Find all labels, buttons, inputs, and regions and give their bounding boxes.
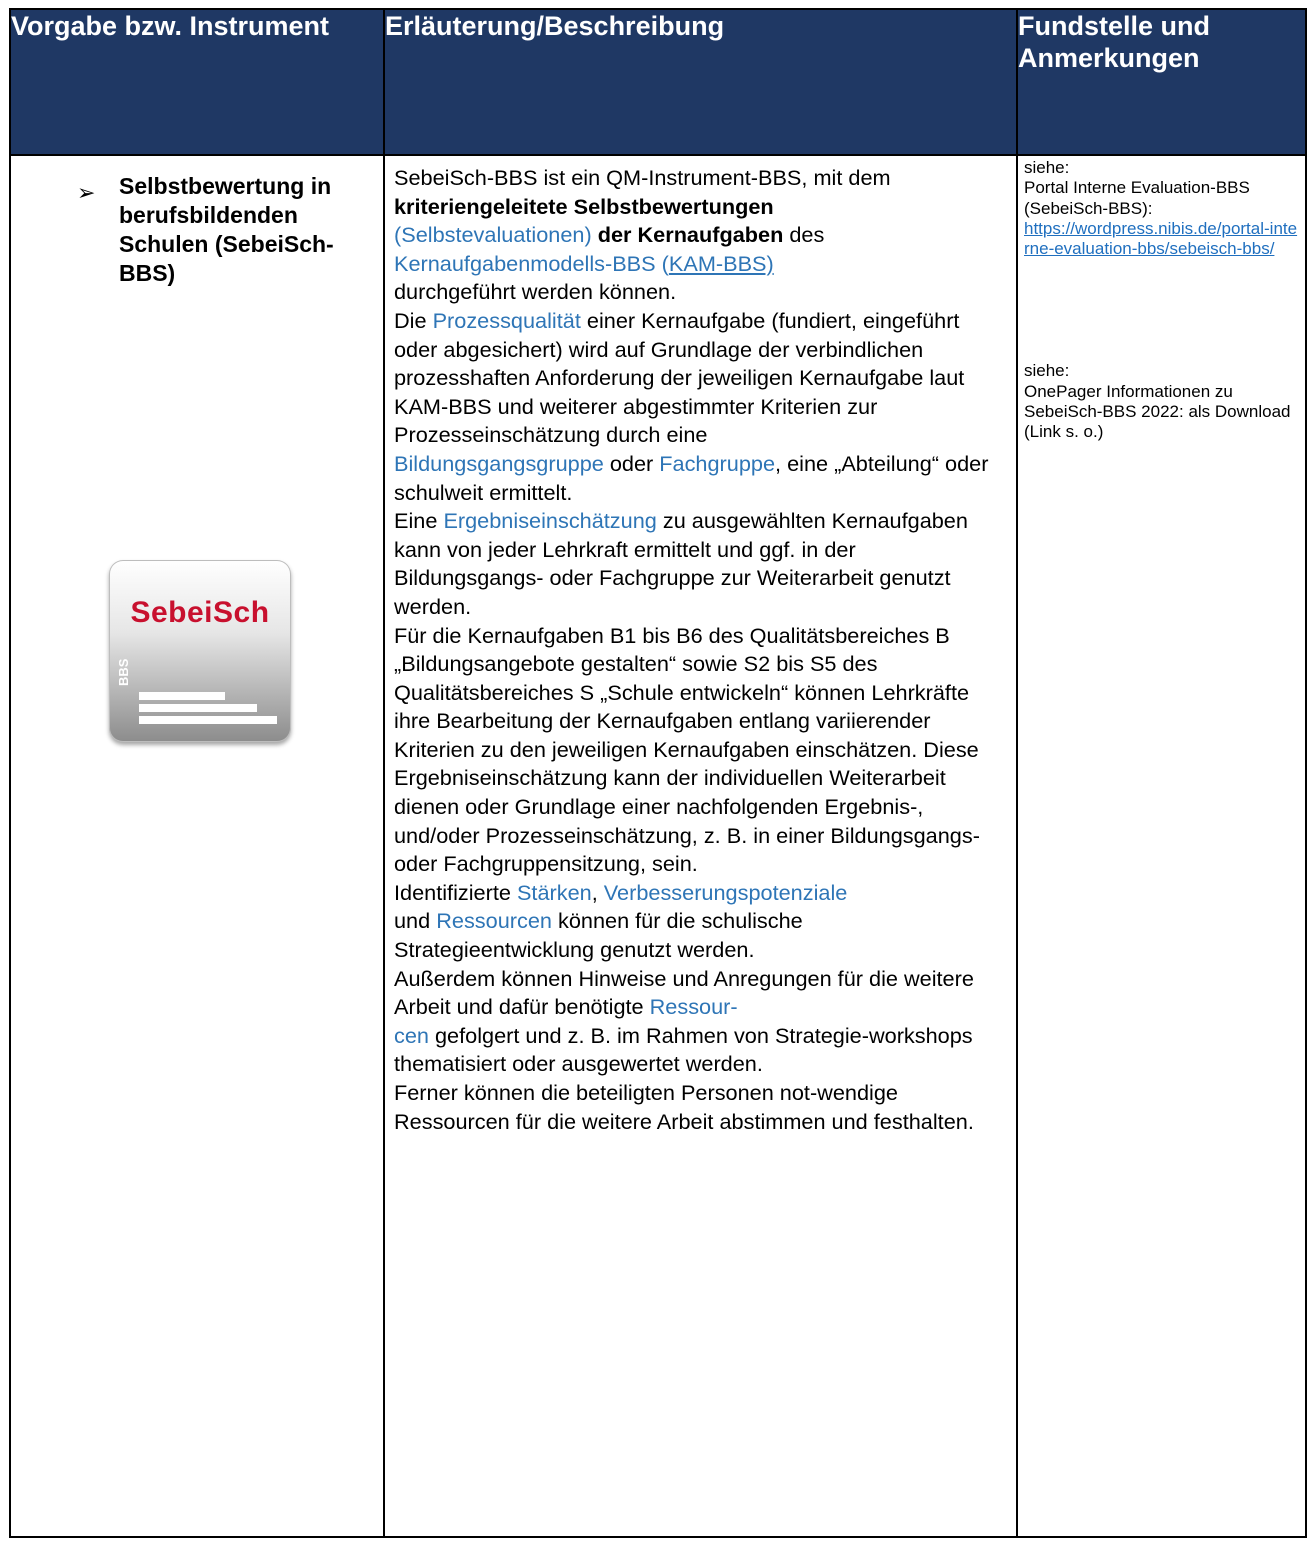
logo-brand-text: SebeiSch [130,596,270,629]
logo-bar [139,692,225,700]
link-bildungsgangsgruppe[interactable]: Bildungsgangsgruppe [394,451,604,476]
header-notes: Fundstelle und Anmerkungen [1016,8,1307,156]
link-ressourcen-2b[interactable]: cen [394,1023,429,1048]
link-ergebniseinschaetzung[interactable]: Ergebniseinschätzung [443,508,656,533]
notes-label: siehe: [1024,361,1070,381]
notes-source: OnePager Informationen zu SebeiSch-BBS 2… [1024,381,1291,442]
link-selbstevaluationen[interactable]: (Selbstevaluationen) [394,222,592,247]
table-row: ➢ Selbstbewertung in berufsbildenden Sch… [9,154,1307,1538]
notes-cell: siehe: Portal Interne Evaluation-BBS (Se… [1016,154,1307,1538]
logo-bar [139,704,257,712]
portal-link[interactable]: https://wordpress.nibis.de/portal-intern… [1024,219,1297,258]
link-ressourcen-2[interactable]: Ressour- [650,994,738,1019]
notes-text: siehe: Portal Interne Evaluation-BBS (Se… [1018,156,1305,443]
notes-source: Portal Interne Evaluation-BBS (SebeiSch-… [1024,178,1250,218]
link-kam-bbs[interactable]: KAM-BBS) [669,251,774,276]
instrument-title: Selbstbewertung in berufsbildenden Schul… [119,173,334,286]
description-cell: SebeiSch-BBS ist ein QM-Instrument-BBS, … [383,154,1018,1538]
description-text: SebeiSch-BBS ist ein QM-Instrument-BBS, … [394,165,989,1134]
logo-tag-text: BBS [116,658,131,686]
logo-bar [139,716,277,724]
link-ressourcen[interactable]: Ressourcen [436,908,552,933]
arrow-bullet-icon: ➢ [77,180,96,205]
sebeisch-logo: SebeiSch BBS [109,560,291,742]
notes-label: siehe: [1024,158,1070,177]
bold-text: der Kernaufgaben [597,222,784,248]
table-header-row: Vorgabe bzw. Instrument Erläuterung/Besc… [9,8,1307,156]
link-kernaufgabenmodell[interactable]: Kernaufgabenmodells-BBS [394,251,656,276]
instrument-cell: ➢ Selbstbewertung in berufsbildenden Sch… [9,154,385,1538]
header-description: Erläuterung/Beschreibung [383,8,1018,156]
requirements-table: Vorgabe bzw. Instrument Erläuterung/Besc… [9,8,1307,1538]
link-prozessqualitaet[interactable]: Prozessqualität [433,308,581,333]
header-instrument: Vorgabe bzw. Instrument [9,8,385,156]
link-verbesserungspotenziale[interactable]: Verbesserungspotenziale [604,880,848,905]
bold-text: kriteriengeleitete Selbstbewertungen [394,193,774,219]
link-staerken[interactable]: Stärken [517,880,592,905]
link-fachgruppe[interactable]: Fachgruppe [659,451,775,476]
